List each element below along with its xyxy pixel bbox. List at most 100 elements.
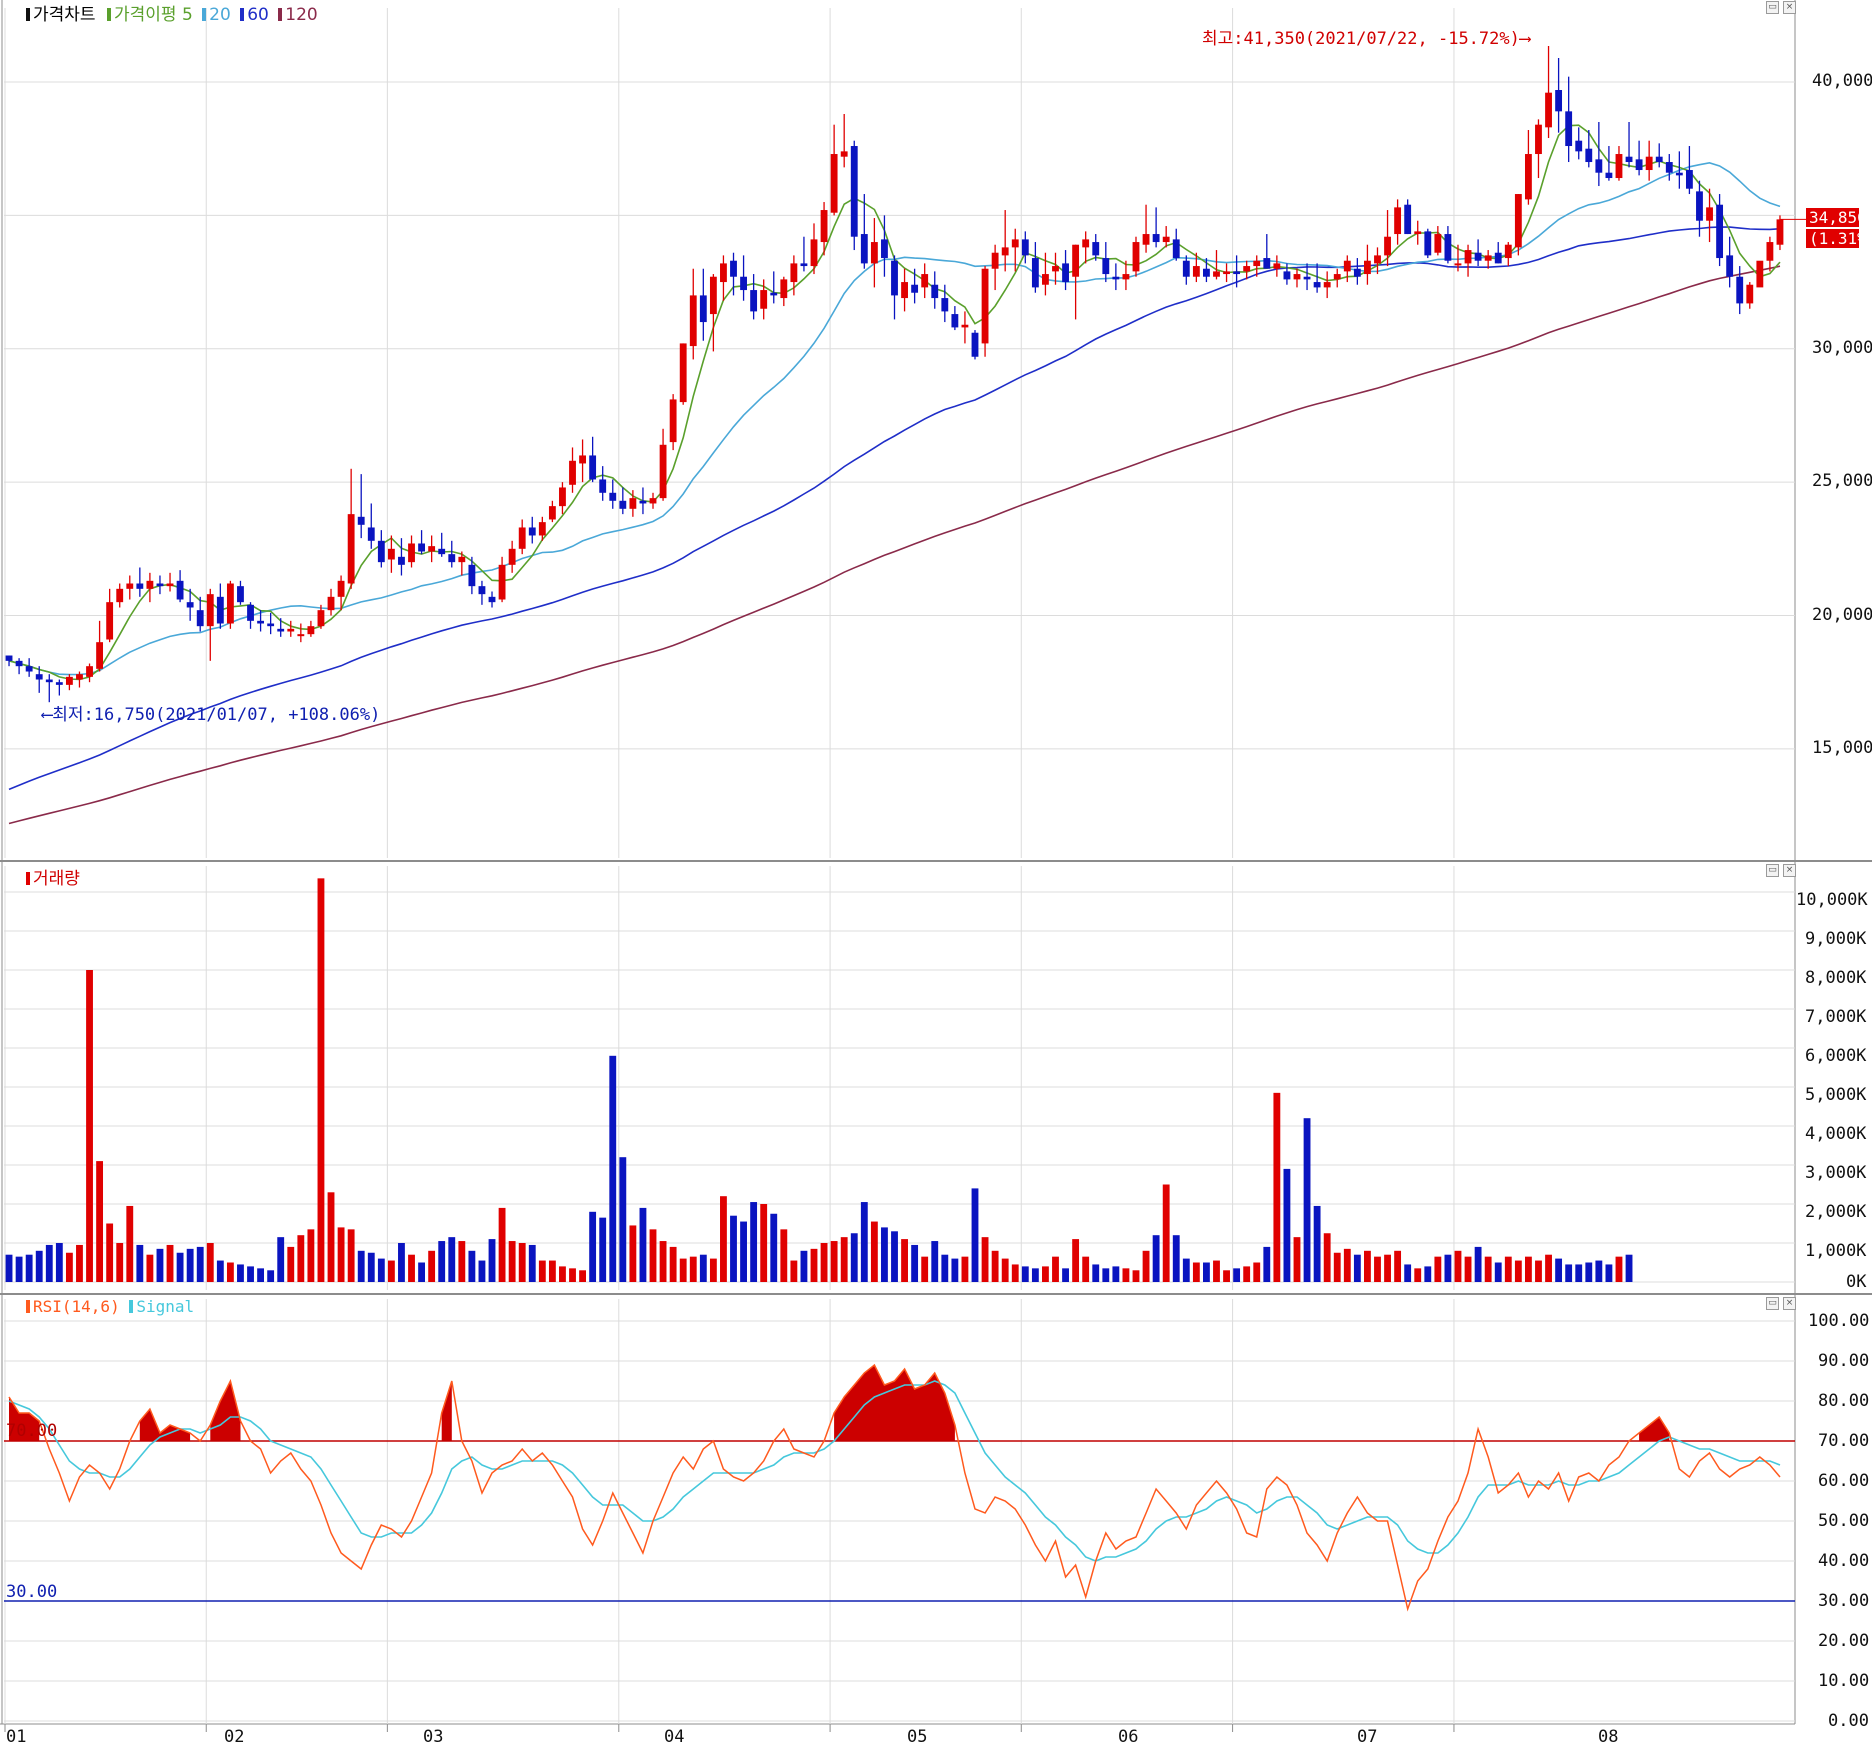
volume-bar [186, 1248, 194, 1282]
volume-bar [1424, 1266, 1432, 1282]
candle-body [548, 506, 556, 520]
volume-legend-swatch [26, 872, 30, 885]
volume-bar [377, 1258, 385, 1282]
current-change-tag: (1.31% [1806, 229, 1867, 248]
volume-bar [911, 1244, 919, 1282]
volume-bar [981, 1237, 989, 1282]
volume-bar [840, 1237, 848, 1282]
candle-body [941, 298, 949, 312]
candle-body [1545, 92, 1552, 128]
candle-body [1665, 162, 1673, 173]
candle-body [1182, 260, 1190, 277]
candle-body [1273, 263, 1281, 269]
candle-body [1343, 260, 1351, 272]
candle-body [850, 146, 858, 237]
volume-bar [488, 1239, 496, 1282]
volume-bar [1203, 1262, 1210, 1282]
candle-body [478, 586, 486, 595]
candle-body [1766, 242, 1774, 261]
x-month-label: 02 [224, 1727, 245, 1747]
candle-body [1776, 219, 1784, 245]
volume-bar [458, 1241, 466, 1282]
candle-body [589, 455, 597, 480]
volume-bar [760, 1204, 768, 1282]
price-y-tick: 30,000 [1812, 338, 1872, 358]
minimize-icon[interactable]: ▭ [1766, 1297, 1779, 1310]
volume-bar [1514, 1260, 1522, 1282]
volume-bar [287, 1246, 295, 1282]
volume-bar [196, 1246, 204, 1282]
volume-y-tick: 4,000K [1805, 1124, 1867, 1144]
volume-bar [438, 1241, 446, 1282]
volume-bar [1363, 1250, 1371, 1282]
candle-body [408, 543, 415, 563]
rsi-level-high-label: 70.00 [6, 1421, 58, 1441]
volume-bar [1172, 1235, 1180, 1282]
close-icon[interactable]: × [1783, 864, 1796, 877]
volume-bar [267, 1270, 275, 1282]
candle-body [267, 623, 275, 627]
price-legend-swatch [26, 8, 30, 21]
candle-body [1374, 255, 1381, 264]
candle-body [679, 343, 687, 403]
minimize-icon[interactable]: ▭ [1766, 1, 1779, 14]
candle-body [5, 655, 13, 661]
candle-body [1263, 258, 1271, 269]
candle-body [538, 522, 546, 536]
candle-body [559, 487, 566, 507]
candle-body [820, 210, 828, 243]
candle-body [206, 594, 214, 627]
candle-body [840, 151, 848, 157]
candle-body [257, 620, 265, 624]
volume-bar [1152, 1235, 1160, 1282]
candle-body [1706, 207, 1713, 221]
close-icon[interactable]: × [1783, 1297, 1796, 1310]
ma20-swatch [202, 8, 207, 21]
rsi-overbought-area [139, 1409, 191, 1441]
volume-bar [257, 1268, 265, 1282]
chart-canvas[interactable] [0, 0, 1872, 1750]
rsi-y-tick: 100.00 [1808, 1311, 1870, 1331]
candle-body [418, 543, 426, 552]
volume-bar [25, 1254, 33, 1282]
volume-bar [1052, 1256, 1059, 1282]
x-month-label: 08 [1598, 1727, 1619, 1747]
volume-bar [357, 1250, 365, 1282]
volume-bar [1585, 1262, 1593, 1282]
close-icon[interactable]: × [1783, 1, 1796, 14]
candle-body [1464, 250, 1472, 264]
candle-body [327, 596, 335, 611]
volume-y-tick: 1,000K [1805, 1241, 1867, 1261]
candle-body [629, 498, 637, 509]
candle-body [1756, 260, 1764, 288]
volume-bar [448, 1237, 456, 1282]
rsi-panel-window-buttons: ▭ × [1766, 1297, 1796, 1310]
volume-bar [1474, 1246, 1482, 1282]
volume-bar [579, 1270, 586, 1282]
price-y-tick: 15,000 [1812, 738, 1872, 758]
volume-y-tick: 10,000K [1796, 890, 1868, 910]
candle-body [1333, 274, 1341, 280]
candle-body [891, 260, 898, 296]
stock-chart-window: 가격차트 가격이평 5 20 60 120 거래량 RSI(14,6) Sign… [0, 0, 1872, 1750]
volume-bar [428, 1250, 436, 1282]
volume-bar [1615, 1256, 1623, 1282]
candle-body [569, 460, 576, 485]
volume-bar [337, 1227, 345, 1282]
minimize-icon[interactable]: ▭ [1766, 864, 1779, 877]
price-y-tick: 25,000 [1812, 471, 1872, 491]
candle-body [1253, 260, 1261, 267]
candle-body [488, 596, 496, 603]
candle-body [65, 676, 73, 685]
volume-bar [1414, 1268, 1422, 1282]
candle-body [116, 588, 124, 603]
candle-body [1444, 234, 1452, 261]
rsi-y-tick: 90.00 [1818, 1351, 1870, 1371]
candle-body [1092, 242, 1100, 256]
candle-body [1504, 244, 1512, 259]
candle-body [377, 540, 385, 563]
candle-body [1595, 159, 1603, 173]
volume-bar [1162, 1184, 1170, 1282]
volume-bar [790, 1260, 798, 1282]
volume-bar [800, 1250, 808, 1282]
